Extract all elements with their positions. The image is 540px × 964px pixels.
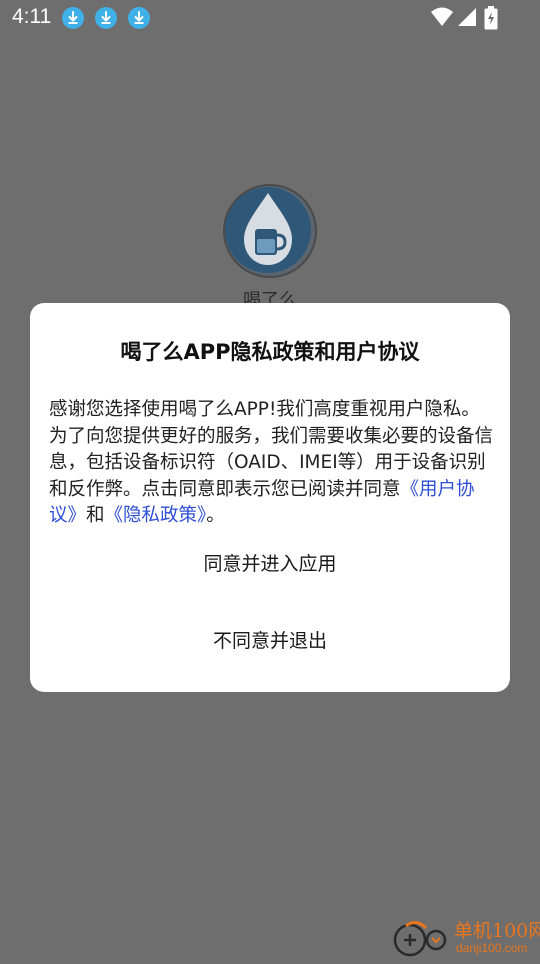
status-bar: 4:11 <box>0 0 540 38</box>
watermark: 单机100网 danji100.com <box>390 914 540 960</box>
wifi-icon <box>430 6 454 32</box>
watermark-text: 单机100网 <box>454 920 540 942</box>
dialog-body: 感谢您选择使用喝了么APP!我们高度重视用户隐私。为了向您提供更好的服务，我们需… <box>49 397 495 530</box>
app-logo-icon <box>222 183 318 279</box>
agree-button[interactable]: 同意并进入应用 <box>30 544 510 584</box>
download-icon <box>95 7 117 29</box>
download-icon <box>128 7 150 29</box>
dialog-body-text: 和 <box>86 505 105 526</box>
privacy-dialog: 喝了么APP隐私政策和用户协议 感谢您选择使用喝了么APP!我们高度重视用户隐私… <box>30 303 510 692</box>
watermark-logo-icon <box>393 921 447 957</box>
status-time: 4:11 <box>12 5 52 28</box>
battery-charging-icon <box>484 6 498 34</box>
download-icon <box>62 7 84 29</box>
decline-button[interactable]: 不同意并退出 <box>30 621 510 661</box>
dialog-body-text: 。 <box>206 505 225 526</box>
dialog-title: 喝了么APP隐私政策和用户协议 <box>120 340 420 364</box>
watermark-subtext: danji100.com <box>456 941 528 955</box>
privacy-policy-link[interactable]: 《隐私政策》 <box>105 505 207 526</box>
signal-icon <box>456 6 478 32</box>
